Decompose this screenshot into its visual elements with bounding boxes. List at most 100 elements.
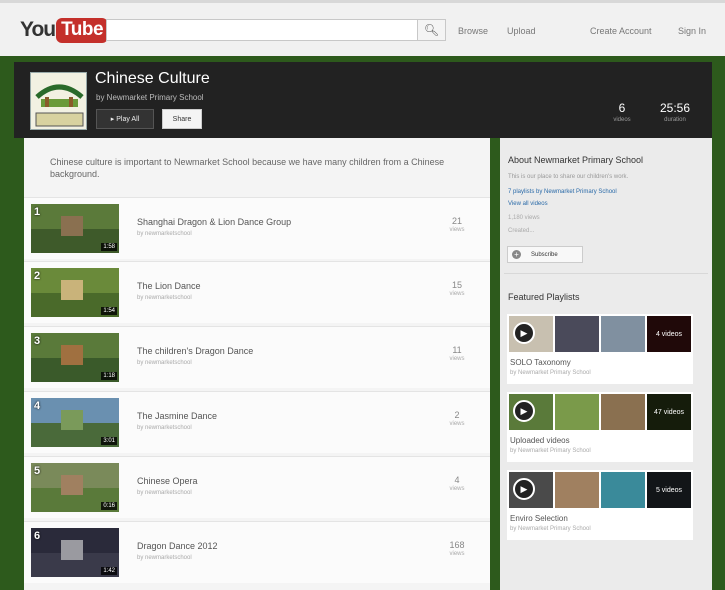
video-uploader[interactable]: by newmarketschool	[137, 425, 192, 431]
view-label: views	[449, 421, 465, 427]
search-button[interactable]: 🔍︎	[418, 19, 446, 41]
view-label: views	[449, 551, 465, 557]
sidebar-divider	[504, 273, 708, 274]
video-index: 3	[34, 335, 41, 347]
channel-views: 1,180 views	[508, 215, 540, 221]
video-row[interactable]: 1 1:58 Shanghai Dragon & Lion Dance Group b…	[24, 197, 490, 259]
view-count: 11	[452, 345, 462, 355]
playlist-owner[interactable]: by Newmarket Primary School	[510, 448, 591, 454]
playlist-description: Chinese culture is important to Newmarke…	[50, 157, 445, 179]
view-count: 168	[449, 540, 465, 550]
play-all-button[interactable]: ▸ Play All	[96, 109, 154, 129]
play-icon[interactable]: ▶	[513, 322, 535, 344]
playlist-video-count: 4 videos	[647, 316, 691, 352]
video-views: 2 views	[442, 410, 472, 427]
subscribe-label: Subscribe	[531, 251, 558, 258]
playlist-thumb	[555, 316, 599, 352]
video-index: 1	[34, 206, 41, 218]
playlist-thumb	[601, 472, 645, 508]
video-index: 2	[34, 270, 41, 282]
playlist-title-link[interactable]: Uploaded videos	[510, 436, 570, 445]
video-thumbnail[interactable]: 5 0:16	[31, 463, 119, 512]
view-label: views	[449, 356, 465, 362]
video-title[interactable]: The Jasmine Dance	[137, 411, 217, 421]
view-count: 15	[451, 280, 462, 290]
video-count-label: videos	[613, 117, 631, 123]
video-uploader[interactable]: by newmarketschool	[137, 360, 192, 366]
playlist-thumb	[601, 316, 645, 352]
channel-logo[interactable]	[30, 72, 87, 130]
view-count: 2	[454, 410, 460, 420]
youtube-logo[interactable]: You Tube	[20, 17, 109, 43]
video-count: 6	[618, 101, 626, 115]
video-duration: 3:01	[101, 437, 117, 445]
video-thumbnail[interactable]: 6 1:42	[31, 528, 119, 577]
playlist-title-link[interactable]: SOLO Taxonomy	[510, 358, 571, 367]
video-uploader[interactable]: by newmarketschool	[137, 231, 192, 237]
playlist-owner[interactable]: by Newmarket Primary School	[510, 370, 591, 376]
playlist-owner[interactable]: by Newmarket Primary School	[510, 526, 591, 532]
view-count: 4	[454, 475, 460, 485]
playlist-card[interactable]: ▶ 47 videos Uploaded videos by Newmarket Pr…	[507, 392, 693, 462]
video-row[interactable]: 5 0:16 Chinese Opera by newmarketschool 4 vie…	[24, 456, 490, 518]
video-duration: 1:58	[101, 243, 117, 251]
view-label: views	[449, 227, 465, 233]
video-uploader[interactable]: by newmarketschool	[137, 490, 192, 496]
video-duration: 0:16	[101, 502, 117, 510]
video-title[interactable]: Shanghai Dragon & Lion Dance Group	[137, 217, 291, 227]
logo-tube: Tube	[56, 17, 109, 43]
browse-link[interactable]: Browse	[458, 26, 488, 36]
playlists-link[interactable]: 7 playlists by Newmarket Primary School	[508, 189, 617, 195]
playlist-card[interactable]: ▶ 4 videos SOLO Taxonomy by Newmarket Prima…	[507, 314, 693, 384]
play-icon[interactable]: ▶	[513, 478, 535, 500]
playlist-video-count: 47 videos	[647, 394, 691, 430]
channel-created: Created...	[508, 228, 535, 234]
school-crest-icon	[31, 73, 86, 129]
video-views: 11 views	[442, 345, 472, 362]
video-views: 15 views	[442, 280, 472, 297]
playlist-title-link[interactable]: Enviro Selection	[510, 514, 568, 523]
playlist-title: Chinese Culture	[95, 70, 210, 87]
logo-you: You	[20, 18, 56, 41]
subscribe-button[interactable]: + Subscribe	[507, 246, 583, 263]
about-title: About Newmarket Primary School	[508, 155, 644, 165]
play-icon[interactable]: ▶	[513, 400, 535, 422]
create-account-link[interactable]: Create Account	[590, 26, 652, 36]
video-title[interactable]: Dragon Dance 2012	[137, 541, 218, 551]
playlist-video-count: 5 videos	[647, 472, 691, 508]
video-row[interactable]: 4 3:01 The Jasmine Dance by newmarketschool…	[24, 391, 490, 453]
video-row[interactable]: 6 1:42 Dragon Dance 2012 by newmarketschool…	[24, 521, 490, 583]
masthead: You Tube 🔍︎ Browse Upload Create Account …	[0, 0, 725, 56]
total-duration: 25:56	[659, 101, 691, 115]
video-title[interactable]: The children's Dragon Dance	[137, 346, 253, 356]
video-row[interactable]: 2 1:54 The Lion Dance by newmarketschool 15 v…	[24, 261, 490, 323]
playlist-thumb	[555, 394, 599, 430]
video-views: 168 views	[442, 540, 472, 557]
video-row[interactable]: 3 1:18 The children's Dragon Dance by newma…	[24, 326, 490, 388]
view-all-link[interactable]: View all videos	[508, 201, 548, 207]
share-button[interactable]: Share	[162, 109, 202, 129]
video-thumbnail[interactable]: 4 3:01	[31, 398, 119, 447]
video-thumbnail[interactable]: 3 1:18	[31, 333, 119, 382]
upload-link[interactable]: Upload	[507, 26, 536, 36]
sign-in-link[interactable]: Sign In	[678, 26, 706, 36]
total-duration-label: duration	[664, 117, 686, 123]
video-index: 4	[34, 400, 41, 412]
duration-stat: 25:56 duration	[656, 101, 694, 123]
video-title[interactable]: The Lion Dance	[137, 281, 201, 291]
video-thumbnail[interactable]: 1 1:58	[31, 204, 119, 253]
video-thumbnail[interactable]: 2 1:54	[31, 268, 119, 317]
playlist-card[interactable]: ▶ 5 videos Enviro Selection by Newmarket Pr…	[507, 470, 693, 540]
video-views: 21 views	[442, 216, 472, 233]
video-uploader[interactable]: by newmarketschool	[137, 555, 192, 561]
video-uploader[interactable]: by newmarketschool	[137, 295, 192, 301]
search-input[interactable]	[106, 19, 418, 41]
view-count: 21	[451, 216, 462, 226]
playlist-thumb	[601, 394, 645, 430]
video-title[interactable]: Chinese Opera	[137, 476, 198, 486]
video-duration: 1:42	[101, 567, 117, 575]
playlist-header: Chinese Culture by Newmarket Primary Sch…	[14, 62, 712, 138]
playlist-by-line[interactable]: by Newmarket Primary School	[96, 93, 204, 102]
playlist-thumb	[555, 472, 599, 508]
about-text: This is our place to share our children'…	[508, 174, 629, 180]
